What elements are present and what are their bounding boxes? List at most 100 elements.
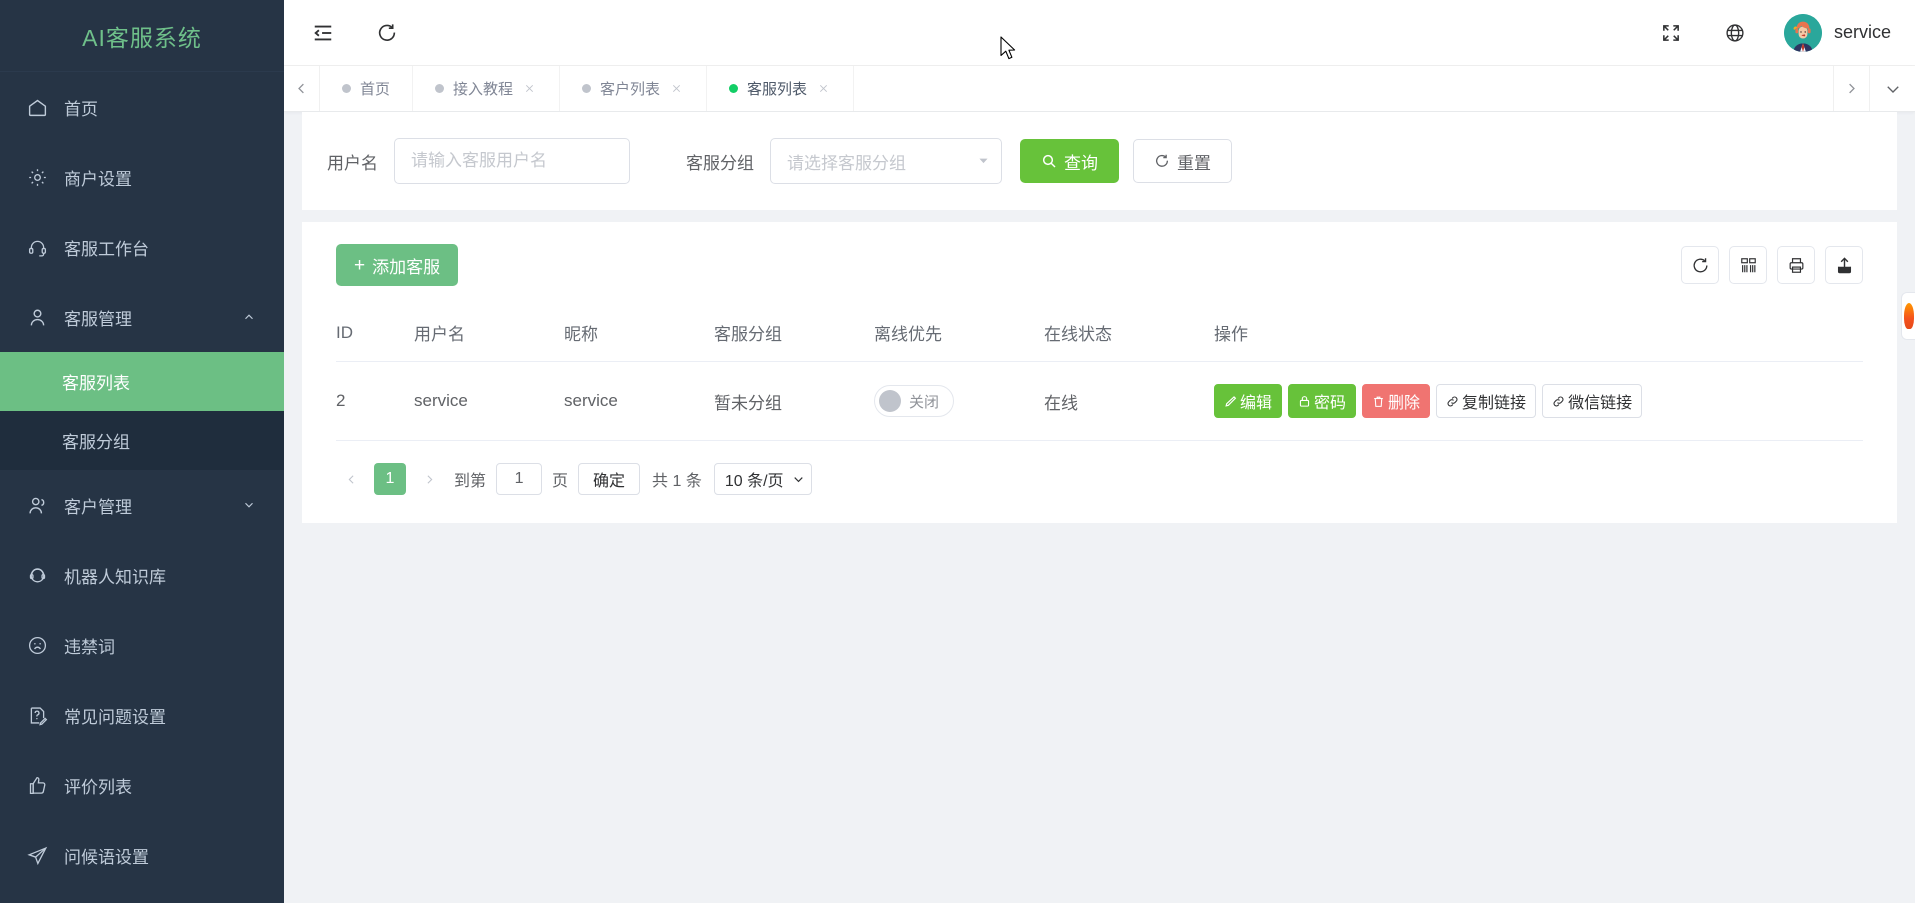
columns-icon[interactable] xyxy=(1729,246,1767,284)
fullscreen-icon[interactable] xyxy=(1656,18,1686,48)
refresh-icon xyxy=(1154,153,1170,169)
cell-id: 2 xyxy=(336,361,414,441)
tab-scroll-left-button[interactable] xyxy=(284,66,320,111)
sidebar-item-label: 首页 xyxy=(64,99,98,119)
tab-options-dropdown[interactable] xyxy=(1869,66,1915,111)
sidebar-item-agent-management[interactable]: 客服管理 xyxy=(0,282,284,352)
pagination-next-button[interactable] xyxy=(414,464,444,494)
side-panel-handle[interactable] xyxy=(1901,292,1915,340)
brand-title: AI客服系统 xyxy=(82,24,202,51)
sad-face-icon xyxy=(24,632,50,658)
sidebar-item-label: 商户设置 xyxy=(64,169,132,189)
search-button-label: 查询 xyxy=(1064,153,1098,173)
sidebar-item-label: 评价列表 xyxy=(64,777,132,797)
refresh-icon[interactable] xyxy=(1681,246,1719,284)
pagination-jump-prefix: 到第 xyxy=(454,473,487,490)
add-agent-button[interactable]: + 添加客服 xyxy=(336,244,459,286)
cell-offline-priority: 关闭 xyxy=(874,361,1044,441)
sidebar-item-banned-words[interactable]: 违禁词 xyxy=(0,610,284,680)
sidebar-item-agent-groups[interactable]: 客服分组 xyxy=(0,411,284,470)
copy-link-button[interactable]: 复制链接 xyxy=(1436,384,1537,418)
tab-close-icon[interactable] xyxy=(669,81,684,96)
sidebar-item-faq-settings[interactable]: 常见问题设置 xyxy=(0,680,284,750)
tab-home[interactable]: 首页 xyxy=(320,66,414,111)
chevron-down-icon xyxy=(242,498,256,512)
app-root: AI客服系统 首页 商户设置 客服工作台 客服管理 客服列表 客服分组 客户管理… xyxy=(0,0,1915,903)
tab-customer-list[interactable]: 客户列表 xyxy=(560,66,708,111)
flame-icon xyxy=(1903,303,1914,329)
sidebar-item-label: 常见问题设置 xyxy=(64,707,166,727)
delete-button[interactable]: 删除 xyxy=(1362,384,1431,418)
sidebar-item-review-list[interactable]: 评价列表 xyxy=(0,750,284,820)
edit-button[interactable]: 编辑 xyxy=(1214,384,1283,418)
reset-button[interactable]: 重置 xyxy=(1133,139,1232,183)
sidebar: AI客服系统 首页 商户设置 客服工作台 客服管理 客服列表 客服分组 客户管理… xyxy=(0,0,284,903)
sidebar-item-home[interactable]: 首页 xyxy=(0,72,284,142)
column-header-nickname: 昵称 xyxy=(564,308,714,362)
sidebar-item-workbench[interactable]: 客服工作台 xyxy=(0,212,284,282)
sidebar-item-merchant-settings[interactable]: 商户设置 xyxy=(0,142,284,212)
wechat-link-button[interactable]: 微信链接 xyxy=(1542,384,1643,418)
pagination-prev-button[interactable] xyxy=(336,464,366,494)
tab-list: 首页 接入教程 客户列表 客服列表 xyxy=(320,66,1833,111)
pagination-jump-suffix: 页 xyxy=(552,473,569,490)
column-header-username: 用户名 xyxy=(414,308,564,362)
cell-username: service xyxy=(414,361,564,441)
pagination-confirm-button[interactable]: 确定 xyxy=(578,463,641,495)
globe-icon[interactable] xyxy=(1720,18,1750,48)
table-panel: + 添加客服 ID 用户名 昵称 客服分组 离线优先 在线状态 操作 2 ser… xyxy=(302,222,1897,523)
offline-priority-toggle[interactable]: 关闭 xyxy=(874,385,955,417)
password-button-label: 密码 xyxy=(1314,395,1347,412)
cell-group: 暂未分组 xyxy=(714,361,874,441)
export-icon[interactable] xyxy=(1825,246,1863,284)
chevron-up-icon xyxy=(242,310,256,324)
group-select[interactable]: 请选择客服分组 xyxy=(770,138,1002,184)
refresh-icon[interactable] xyxy=(372,18,402,48)
table-tool-buttons xyxy=(1681,246,1863,284)
gear-icon xyxy=(24,164,50,190)
tab-agent-list[interactable]: 客服列表 xyxy=(707,66,855,111)
delete-button-label: 删除 xyxy=(1388,395,1421,412)
pagination-page-size-select[interactable]: 10 条/页 xyxy=(713,463,812,495)
tab-tutorial[interactable]: 接入教程 xyxy=(413,66,561,111)
search-button[interactable]: 查询 xyxy=(1020,139,1119,183)
table-row[interactable]: 2 service service 暂未分组 关闭 在线 编辑 密码 删除 复制… xyxy=(336,361,1863,441)
sidebar-item-robot-knowledge-base[interactable]: 机器人知识库 xyxy=(0,540,284,610)
pagination-jump-input[interactable] xyxy=(496,463,543,495)
column-header-id: ID xyxy=(336,308,414,362)
search-input[interactable] xyxy=(394,138,630,184)
link-icon xyxy=(1552,395,1565,408)
filter-group-label: 客服分组 xyxy=(686,153,754,173)
username-label: service xyxy=(1833,22,1891,42)
column-header-offline-priority: 离线优先 xyxy=(874,308,1044,362)
pagination-page-1[interactable]: 1 xyxy=(374,463,406,495)
menu-collapse-icon[interactable] xyxy=(308,18,338,48)
tab-bar: 首页 接入教程 客户列表 客服列表 xyxy=(284,66,1915,112)
paper-plane-icon xyxy=(24,842,50,868)
table-body: 2 service service 暂未分组 关闭 在线 编辑 密码 删除 复制… xyxy=(336,361,1863,441)
lock-icon xyxy=(1298,395,1311,408)
avatar xyxy=(1783,13,1822,52)
tab-close-icon[interactable] xyxy=(816,81,831,96)
top-bar: service xyxy=(284,0,1915,66)
password-button[interactable]: 密码 xyxy=(1288,384,1357,418)
user-menu[interactable]: service xyxy=(1783,13,1891,52)
sidebar-subitem-label: 客服分组 xyxy=(62,433,130,452)
tab-label: 客服列表 xyxy=(747,81,808,98)
sidebar-subitem-label: 客服列表 xyxy=(62,374,130,393)
table-toolbar: + 添加客服 xyxy=(336,244,1863,286)
sidebar-item-agent-list[interactable]: 客服列表 xyxy=(0,352,284,411)
sidebar-item-customer-management[interactable]: 客户管理 xyxy=(0,470,284,540)
app-logo: AI客服系统 xyxy=(0,0,284,72)
user-icon xyxy=(24,304,50,330)
copy-link-button-label: 复制链接 xyxy=(1462,395,1527,412)
agent-table: ID 用户名 昵称 客服分组 离线优先 在线状态 操作 2 service se… xyxy=(336,308,1863,441)
tab-close-icon[interactable] xyxy=(522,81,537,96)
sidebar-item-label: 客服工作台 xyxy=(64,239,149,259)
sidebar-item-greeting-settings[interactable]: 问候语设置 xyxy=(0,820,284,890)
print-icon[interactable] xyxy=(1777,246,1815,284)
users-icon xyxy=(24,492,50,518)
group-select-wrapper: 请选择客服分组 xyxy=(770,138,1002,184)
tab-scroll-right-button[interactable] xyxy=(1833,66,1869,111)
sidebar-item-label: 问候语设置 xyxy=(64,847,149,867)
